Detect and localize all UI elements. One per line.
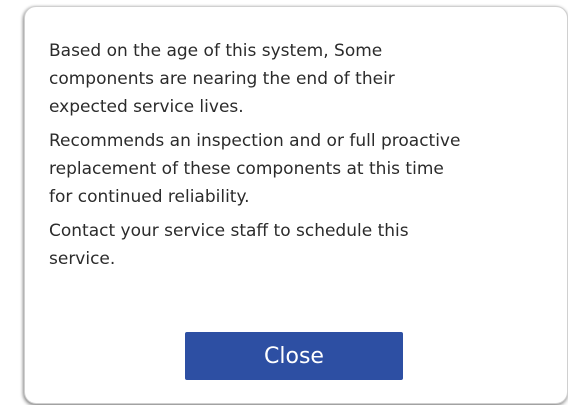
message-paragraph-recommendation: Recommends an inspection and or full pro… — [49, 131, 461, 207]
service-reminder-dialog: Based on the age of this system, Some co… — [24, 6, 568, 404]
message-paragraph-contact: Contact your service staff to schedule t… — [49, 221, 409, 269]
message-paragraph-age: Based on the age of this system, Some co… — [49, 41, 395, 117]
close-button[interactable]: Close — [185, 332, 403, 380]
dialog-message: Based on the age of this system, Some co… — [49, 37, 549, 279]
